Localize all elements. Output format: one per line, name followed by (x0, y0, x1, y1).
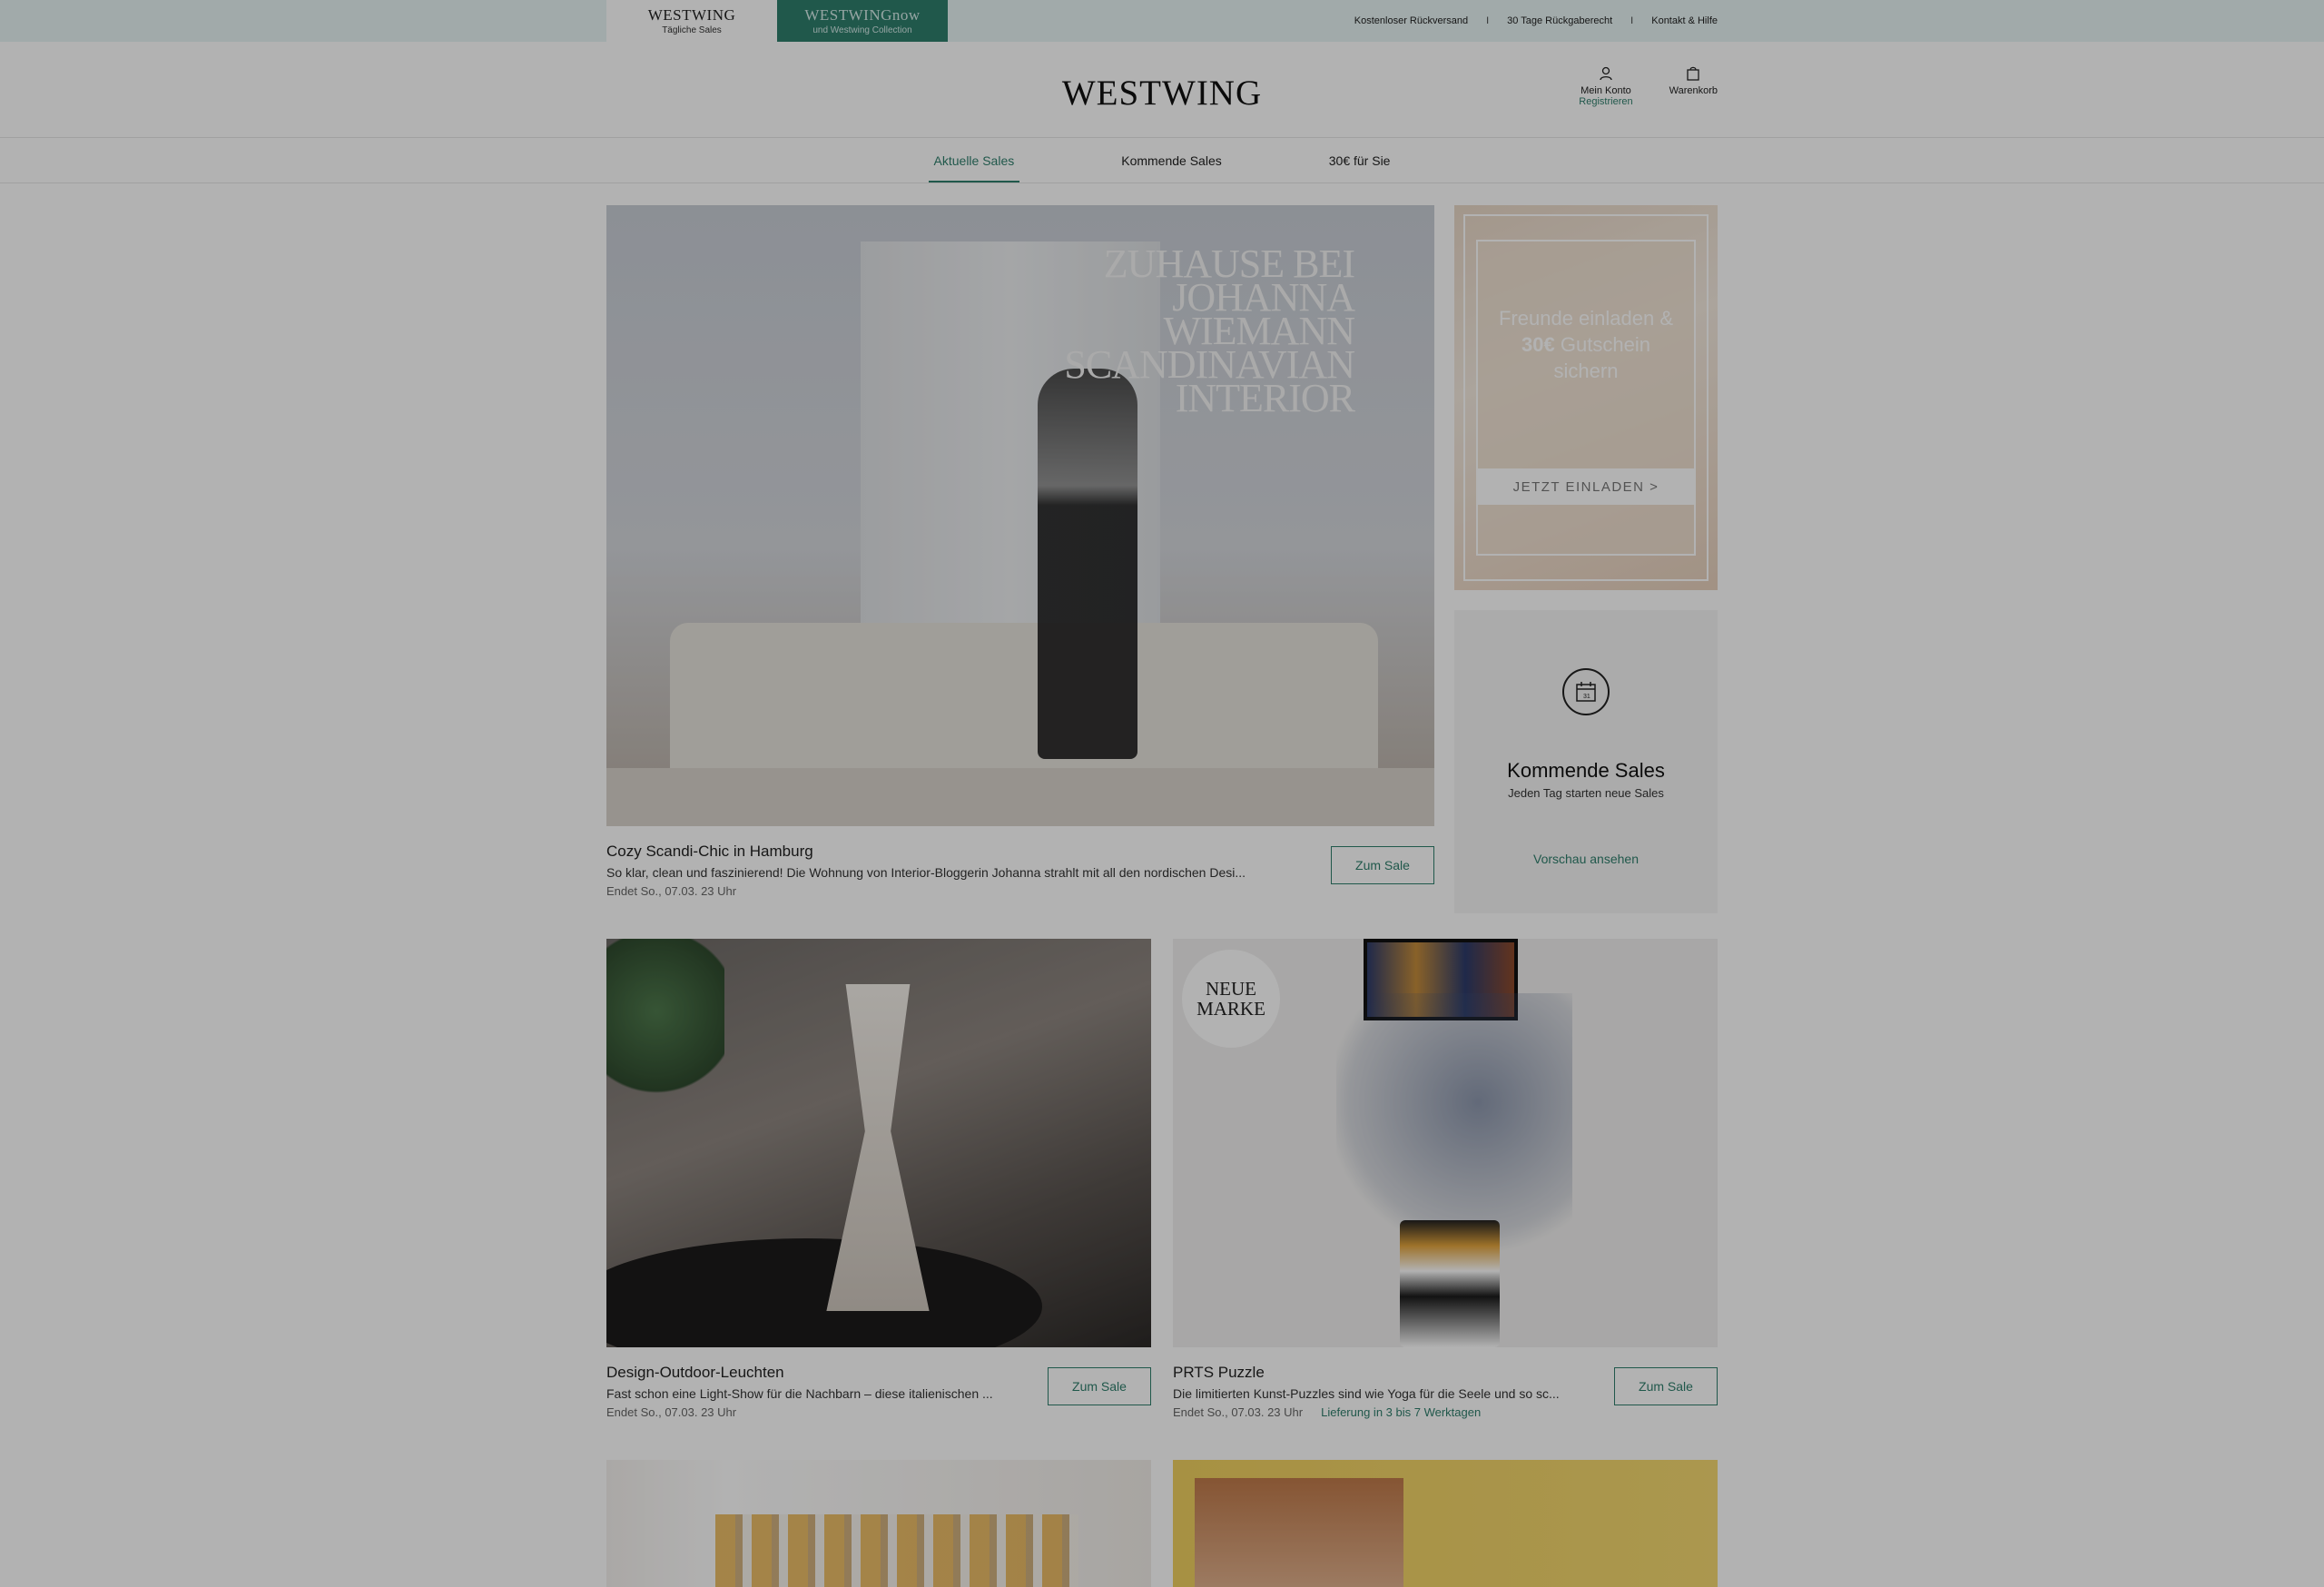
tile-caption: PRTS Puzzle Die limitierten Kunst-Puzzle… (1173, 1364, 1600, 1419)
cart-label: Warenkorb (1669, 85, 1718, 96)
tile-end: Endet So., 07.03. 23 Uhr (1173, 1405, 1304, 1419)
hero-sofa (670, 623, 1378, 786)
invite-friends-card[interactable]: Freunde einladen & 30€ Gutschein sichern… (1454, 205, 1718, 590)
new-brand-badge: NEUE MARKE (1182, 950, 1280, 1048)
account-label: Mein Konto (1581, 85, 1631, 96)
separator: I (1486, 15, 1490, 26)
badge-line-1: NEUE (1206, 978, 1256, 1000)
hero-overlay-title: ZUHAUSE BEI JOHANNA WIEMANN SCANDINAVIAN… (1064, 244, 1355, 419)
nav-voucher[interactable]: 30€ für Sie (1329, 138, 1391, 182)
nav-current-sales[interactable]: Aktuelle Sales (928, 138, 1019, 182)
tile-end: Endet So., 07.03. 23 Uhr (606, 1405, 737, 1419)
link-free-returns[interactable]: Kostenloser Rückversand (1354, 15, 1468, 26)
tile-zum-sale-button[interactable]: Zum Sale (1614, 1367, 1718, 1405)
tile-zum-sale-button[interactable]: Zum Sale (1048, 1367, 1151, 1405)
outdoor-lights-sale-image[interactable] (606, 939, 1151, 1347)
invite-line-3: sichern (1553, 360, 1619, 382)
nav-upcoming-sales[interactable]: Kommende Sales (1121, 138, 1222, 182)
table (606, 1238, 1042, 1347)
invite-inner-frame (1476, 240, 1696, 556)
puzzle-box (1400, 1220, 1500, 1347)
sale-image-hair-accessories[interactable] (1173, 1460, 1718, 1587)
hero-sale-image[interactable]: ZUHAUSE BEI JOHANNA WIEMANN SCANDINAVIAN… (606, 205, 1434, 826)
header: WESTWING Mein Konto Registrieren Warenko… (0, 42, 2324, 138)
upcoming-title: Kommende Sales (1507, 759, 1665, 782)
hero-sale-end: Endet So., 07.03. 23 Uhr (606, 884, 737, 898)
cart-button[interactable]: Warenkorb (1669, 65, 1718, 107)
westwing-tab-subtitle: Tägliche Sales (662, 25, 722, 35)
separator: I (1630, 15, 1634, 26)
plant (606, 939, 724, 1102)
invite-line-2: Gutschein (1560, 333, 1650, 356)
tab-westwing-now[interactable]: WESTWINGnow und Westwing Collection (777, 0, 948, 42)
service-links: Kostenloser Rückversand I 30 Tage Rückga… (1354, 0, 1718, 42)
tile-end-row: Endet So., 07.03. 23 Uhr Lieferung in 3 b… (1173, 1405, 1600, 1419)
account-button[interactable]: Mein Konto Registrieren (1579, 65, 1633, 107)
tile-title[interactable]: PRTS Puzzle (1173, 1364, 1600, 1382)
upcoming-preview-link[interactable]: Vorschau ansehen (1454, 852, 1718, 866)
westwing-now-tab-subtitle: und Westwing Collection (812, 25, 912, 35)
hero-caption: Cozy Scandi-Chic in Hamburg So klar, cle… (606, 843, 1315, 898)
tab-westwing[interactable]: WESTWING Tägliche Sales (606, 0, 777, 42)
invite-now-button[interactable]: JETZT EINLADEN > (1478, 468, 1694, 505)
westwing-now-tab-logo: WESTWINGnow (804, 6, 921, 24)
main-nav: Aktuelle Sales Kommende Sales 30€ für Si… (0, 138, 2324, 183)
hero-person (1038, 369, 1137, 759)
badge-line-2: MARKE (1196, 998, 1265, 1020)
hero-sale-title[interactable]: Cozy Scandi-Chic in Hamburg (606, 843, 1315, 861)
hero-zum-sale-button[interactable]: Zum Sale (1331, 846, 1434, 884)
tile-description: Die limitierten Kunst-Puzzles sind wie Y… (1173, 1386, 1560, 1401)
sale-image-bottles[interactable] (606, 1460, 1151, 1587)
invite-amount: 30€ (1521, 333, 1555, 356)
lamp (826, 984, 930, 1311)
user-icon (1600, 66, 1612, 81)
link-contact-help[interactable]: Kontakt & Hilfe (1651, 15, 1718, 26)
upcoming-subtitle: Jeden Tag starten neue Sales (1508, 786, 1664, 800)
puzzle-sale-image[interactable]: NEUE MARKE (1173, 939, 1718, 1347)
tile-caption: Design-Outdoor-Leuchten Fast schon eine … (606, 1364, 1033, 1419)
calendar-day: 31 (1583, 694, 1590, 700)
hero-floor (606, 768, 1434, 826)
register-link[interactable]: Registrieren (1579, 96, 1632, 107)
shopping-bag-icon (1687, 66, 1699, 81)
westwing-tab-logo: WESTWING (647, 6, 736, 24)
tile-description: Fast schon eine Light-Show für die Nachb… (606, 1386, 993, 1401)
site-logo[interactable]: WESTWING (0, 73, 2324, 113)
delivery-info: Lieferung in 3 bis 7 Werktagen (1321, 1405, 1482, 1419)
invite-line-1: Freunde einladen & (1498, 307, 1674, 330)
bottles (715, 1514, 1078, 1587)
top-bar: WESTWING Tägliche Sales WESTWINGnow und … (0, 0, 2324, 42)
tile-title[interactable]: Design-Outdoor-Leuchten (606, 1364, 1033, 1382)
hero-sale-description: So klar, clean und faszinierend! Die Woh… (606, 865, 1246, 880)
upcoming-sales-card: 31 Kommende Sales Jeden Tag starten neue… (1454, 610, 1718, 913)
portrait-photo (1195, 1478, 1403, 1587)
invite-text: Freunde einladen & 30€ Gutschein sichern (1454, 305, 1718, 384)
link-return-policy[interactable]: 30 Tage Rückgaberecht (1507, 15, 1612, 26)
calendar-icon: 31 (1562, 668, 1610, 715)
